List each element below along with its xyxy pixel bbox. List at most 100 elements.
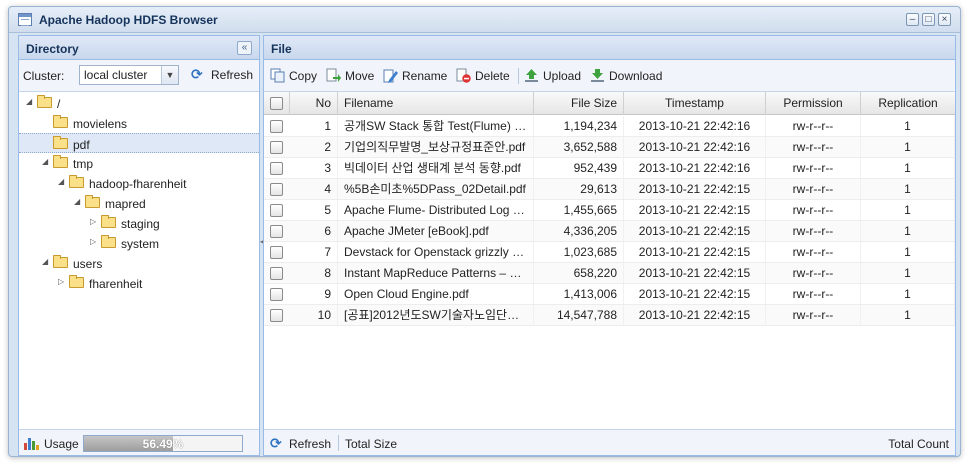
cell-file-size: 658,220 — [534, 263, 624, 283]
table-row[interactable]: 2 기업의직무발명_보상규정표준안.pdf 3,652,588 2013-10-21 … — [264, 137, 955, 158]
tree-node-pdf[interactable]: pdf — [19, 133, 259, 153]
copy-icon — [270, 68, 285, 83]
table-row[interactable]: 4 %5B손미초%5DPass_02Detail.pdf 29,613 2013-10… — [264, 179, 955, 200]
move-icon — [326, 68, 341, 83]
cell-permission: rw-r--r-- — [766, 200, 861, 220]
cell-filename: 공개SW Stack 통합 Test(Flume) 결과보고서.pdf — [338, 116, 534, 136]
file-grid: No Filename File Size Timestamp Permissi… — [264, 92, 955, 428]
table-row[interactable]: 8Instant MapReduce Patterns – Hadoop Ess… — [264, 263, 955, 284]
column-header-timestamp[interactable]: Timestamp — [624, 92, 766, 115]
copy-label: Copy — [289, 69, 318, 83]
table-row[interactable]: 6 Apache JMeter [eBook].pdf 4,336,205 2013-… — [264, 221, 955, 242]
bar-chart-icon — [24, 437, 39, 450]
folder-icon — [85, 195, 100, 208]
cell-permission: rw-r--r-- — [766, 137, 861, 157]
directory-panel-title: Directory — [26, 42, 79, 56]
row-checkbox[interactable] — [270, 288, 283, 301]
table-row[interactable]: 5Apache Flume- Distributed Log Collectio… — [264, 200, 955, 221]
cell-file-size: 3,652,588 — [534, 137, 624, 157]
tree-expand-icon[interactable]: ▷ — [58, 277, 68, 286]
column-header-permission[interactable]: Permission — [766, 92, 861, 115]
row-checkbox[interactable] — [270, 204, 283, 217]
cell-timestamp: 2013-10-21 22:42:16 — [624, 137, 766, 157]
table-row[interactable]: 10 [공표]2012년도SW기술자노임단가.pdf 14,547,788 2013-… — [264, 305, 955, 326]
cell-no: 4 — [290, 179, 338, 199]
column-header-file-size[interactable]: File Size — [534, 92, 624, 115]
cell-file-size: 952,439 — [534, 158, 624, 178]
table-row[interactable]: 3 빅데이터 산업 생태계 분석 동향.pdf 952,439 2013-10-21 … — [264, 158, 955, 179]
tree-collapse-icon[interactable]: ◢ — [42, 257, 52, 266]
usage-bar: Usage 56.49% — [19, 429, 259, 455]
cell-timestamp: 2013-10-21 22:42:15 — [624, 242, 766, 262]
cell-timestamp: 2013-10-21 22:42:15 — [624, 263, 766, 283]
cell-replication: 1 — [861, 242, 955, 262]
cell-filename: %5B손미초%5DPass_02Detail.pdf — [338, 179, 534, 199]
select-all-checkbox[interactable] — [270, 97, 283, 110]
row-checkbox[interactable] — [270, 183, 283, 196]
cell-filename: Instant MapReduce Patterns – Hadoop Esse… — [338, 263, 534, 283]
row-checkbox[interactable] — [270, 225, 283, 238]
tree-node-tmp[interactable]: ◢ tmp — [19, 153, 259, 173]
tree-node-label: staging — [121, 217, 160, 231]
tree-expand-icon[interactable]: ▷ — [90, 217, 100, 226]
table-row[interactable]: 9 Open Cloud Engine.pdf 1,413,006 2013-10-2… — [264, 284, 955, 305]
collapse-left-icon[interactable]: « — [237, 41, 252, 55]
column-header-filename[interactable]: Filename — [338, 92, 534, 115]
table-row[interactable]: 7Devstack for Openstack grizzly with Qua… — [264, 242, 955, 263]
chevron-down-icon[interactable]: ▼ — [161, 66, 178, 84]
footer-separator — [338, 435, 339, 451]
tree-node-label: hadoop-fharenheit — [89, 177, 187, 191]
rename-icon — [383, 68, 398, 83]
file-panel-header: File — [264, 36, 955, 60]
tree-collapse-icon[interactable]: ◢ — [26, 97, 36, 106]
table-row[interactable]: 1공개SW Stack 통합 Test(Flume) 결과보고서.pdf1,19… — [264, 116, 955, 137]
upload-icon — [524, 68, 539, 83]
cluster-select[interactable]: local cluster ▼ — [79, 65, 179, 85]
row-checkbox[interactable] — [270, 141, 283, 154]
tree-node-label: mapred — [105, 197, 146, 211]
cluster-select-value: local cluster — [84, 68, 148, 82]
folder-icon — [53, 155, 68, 168]
cell-filename: Apache Flume- Distributed Log Collection… — [338, 200, 534, 220]
row-checkbox[interactable] — [270, 309, 283, 322]
tree-node-label: system — [121, 237, 160, 251]
folder-icon — [101, 215, 116, 228]
cell-file-size: 1,194,234 — [534, 116, 624, 136]
tree-node-users[interactable]: ◢ users — [19, 253, 259, 273]
tree-node-system[interactable]: ▷ system — [19, 233, 259, 253]
row-checkbox[interactable] — [270, 246, 283, 259]
tree-node-staging[interactable]: ▷ staging — [19, 213, 259, 233]
tree-node-hadoop-fharenheit[interactable]: ◢ hadoop-fharenheit — [19, 173, 259, 193]
cell-timestamp: 2013-10-21 22:42:16 — [624, 116, 766, 136]
total-size-label: Total Size — [345, 437, 398, 451]
row-checkbox[interactable] — [270, 162, 283, 175]
tree-node-label: / — [57, 97, 61, 111]
tree-collapse-icon[interactable]: ◢ — [58, 177, 68, 186]
column-header-replication[interactable]: Replication — [861, 92, 955, 115]
window-titlebar[interactable]: Apache Hadoop HDFS Browser – □ × — [9, 7, 960, 33]
minimize-icon[interactable]: – — [906, 13, 919, 26]
cell-permission: rw-r--r-- — [766, 158, 861, 178]
folder-icon — [53, 255, 68, 268]
row-checkbox[interactable] — [270, 267, 283, 280]
maximize-icon[interactable]: □ — [922, 13, 935, 26]
tree-node-root[interactable]: ◢ / — [19, 93, 259, 113]
column-header-no[interactable]: No — [290, 92, 338, 115]
tree-node-movielens[interactable]: movielens — [19, 113, 259, 133]
cell-permission: rw-r--r-- — [766, 305, 861, 325]
close-icon[interactable]: × — [938, 13, 951, 26]
cell-file-size: 1,023,685 — [534, 242, 624, 262]
directory-panel-header: Directory « — [19, 36, 259, 60]
select-all-column[interactable] — [264, 92, 290, 115]
tree-node-fharenheit[interactable]: ▷ fharenheit — [19, 273, 259, 293]
app-table-icon — [18, 13, 32, 26]
hdfs-browser-window: Apache Hadoop HDFS Browser – □ × Directo… — [8, 6, 961, 457]
tree-node-mapred[interactable]: ◢ mapred — [19, 193, 259, 213]
tree-expand-icon[interactable]: ▷ — [90, 237, 100, 246]
tree-collapse-icon[interactable]: ◢ — [42, 157, 52, 166]
row-checkbox[interactable] — [270, 120, 283, 133]
folder-icon — [101, 235, 116, 248]
file-panel-title: File — [271, 42, 292, 56]
tree-collapse-icon[interactable]: ◢ — [74, 197, 84, 206]
directory-tree: ◢ / movielens pdf ◢ tmp ◢ hadoop-fharenheit ◢ map… — [19, 92, 259, 428]
